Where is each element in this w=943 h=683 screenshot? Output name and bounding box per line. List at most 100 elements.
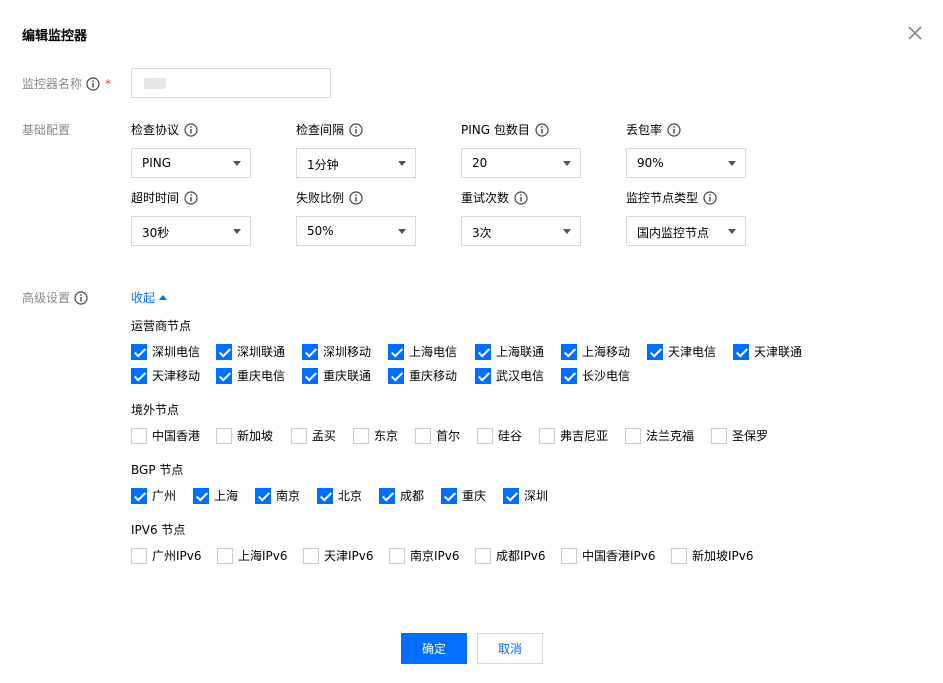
- select-field[interactable]: 国内监控节点: [626, 216, 746, 246]
- checkbox-box[interactable]: [379, 487, 395, 504]
- node-checkbox[interactable]: 北京: [317, 487, 362, 504]
- checkbox-box[interactable]: [561, 547, 577, 564]
- node-checkbox[interactable]: 中国香港: [131, 427, 200, 444]
- info-icon[interactable]: [86, 76, 100, 91]
- node-checkbox[interactable]: 天津移动: [131, 367, 200, 384]
- node-checkbox[interactable]: 法兰克福: [625, 427, 694, 444]
- close-icon[interactable]: [906, 24, 924, 42]
- node-checkbox[interactable]: 上海联通: [475, 343, 544, 360]
- checkbox-box[interactable]: [441, 487, 457, 504]
- node-checkbox[interactable]: 长沙电信: [561, 367, 630, 384]
- node-checkbox[interactable]: 南京: [255, 487, 300, 504]
- checkbox-box[interactable]: [303, 547, 319, 564]
- checkbox-box[interactable]: [475, 367, 491, 384]
- node-checkbox[interactable]: 圣保罗: [711, 427, 768, 444]
- checkbox-box[interactable]: [561, 343, 577, 360]
- info-icon[interactable]: [514, 190, 528, 205]
- node-checkbox[interactable]: 深圳联通: [216, 343, 285, 360]
- checkbox-box[interactable]: [317, 487, 333, 504]
- node-checkbox[interactable]: 硅谷: [477, 427, 522, 444]
- confirm-button[interactable]: 确定: [401, 633, 467, 664]
- node-checkbox[interactable]: 成都: [379, 487, 424, 504]
- node-checkbox[interactable]: 成都IPv6: [475, 547, 546, 564]
- node-checkbox[interactable]: 新加坡: [216, 427, 273, 444]
- info-icon[interactable]: [703, 190, 717, 205]
- checkbox-box[interactable]: [131, 427, 147, 444]
- checkbox-box[interactable]: [193, 487, 209, 504]
- checkbox-box[interactable]: [353, 427, 369, 444]
- select-field[interactable]: PING: [131, 148, 251, 178]
- select-field[interactable]: 20: [461, 148, 581, 178]
- checkbox-box[interactable]: [131, 367, 147, 384]
- checkbox-box[interactable]: [216, 367, 232, 384]
- node-checkbox[interactable]: 弗吉尼亚: [539, 427, 608, 444]
- checkbox-box[interactable]: [415, 427, 431, 444]
- checkbox-box[interactable]: [647, 343, 663, 360]
- checkbox-box[interactable]: [291, 427, 307, 444]
- node-checkbox[interactable]: 孟买: [291, 427, 336, 444]
- node-checkbox[interactable]: 广州: [131, 487, 176, 504]
- node-checkbox[interactable]: 东京: [353, 427, 398, 444]
- node-checkbox[interactable]: 重庆电信: [216, 367, 285, 384]
- node-checkbox[interactable]: 中国香港IPv6: [561, 547, 656, 564]
- node-checkbox[interactable]: 上海移动: [561, 343, 630, 360]
- node-checkbox[interactable]: 新加坡IPv6: [671, 547, 754, 564]
- node-checkbox[interactable]: 上海IPv6: [217, 547, 288, 564]
- collapse-toggle[interactable]: 收起: [131, 289, 168, 306]
- node-checkbox[interactable]: 武汉电信: [475, 367, 544, 384]
- node-checkbox[interactable]: 首尔: [415, 427, 460, 444]
- monitor-name-input[interactable]: [131, 68, 331, 98]
- select-field[interactable]: 50%: [296, 216, 416, 246]
- node-checkbox[interactable]: 天津电信: [647, 343, 716, 360]
- checkbox-box[interactable]: [131, 487, 147, 504]
- checkbox-box[interactable]: [388, 367, 404, 384]
- info-icon[interactable]: [184, 122, 198, 137]
- checkbox-box[interactable]: [131, 547, 147, 564]
- checkbox-box[interactable]: [255, 487, 271, 504]
- checkbox-box[interactable]: [216, 343, 232, 360]
- cancel-button[interactable]: 取消: [477, 633, 543, 664]
- checkbox-box[interactable]: [131, 343, 147, 360]
- info-icon[interactable]: [184, 190, 198, 205]
- node-checkbox[interactable]: 南京IPv6: [389, 547, 460, 564]
- checkbox-box[interactable]: [539, 427, 555, 444]
- node-checkbox[interactable]: 重庆联通: [302, 367, 371, 384]
- select-field[interactable]: 30秒: [131, 216, 251, 246]
- checkbox-box[interactable]: [216, 427, 232, 444]
- checkbox-box[interactable]: [625, 427, 641, 444]
- checkbox-box[interactable]: [302, 367, 318, 384]
- checkbox-box[interactable]: [302, 343, 318, 360]
- checkbox-box[interactable]: [477, 427, 493, 444]
- info-icon[interactable]: [667, 122, 681, 137]
- node-checkbox[interactable]: 上海电信: [388, 343, 457, 360]
- node-checkbox[interactable]: 天津IPv6: [303, 547, 374, 564]
- select-field[interactable]: 90%: [626, 148, 746, 178]
- node-checkbox[interactable]: 深圳移动: [302, 343, 371, 360]
- select-field[interactable]: 1分钟: [296, 148, 416, 178]
- checkbox-box[interactable]: [503, 487, 519, 504]
- checkbox-box[interactable]: [733, 343, 749, 360]
- node-checkbox[interactable]: 重庆: [441, 487, 486, 504]
- checkbox-box[interactable]: [217, 547, 233, 564]
- select-field[interactable]: 3次: [461, 216, 581, 246]
- checkbox-box[interactable]: [561, 367, 577, 384]
- checkbox-box[interactable]: [671, 547, 687, 564]
- node-checkbox[interactable]: 深圳电信: [131, 343, 200, 360]
- node-checkbox[interactable]: 重庆移动: [388, 367, 457, 384]
- node-checkbox[interactable]: 广州IPv6: [131, 547, 202, 564]
- node-checkbox[interactable]: 深圳: [503, 487, 548, 504]
- checkbox-box[interactable]: [475, 547, 491, 564]
- node-checkbox[interactable]: 上海: [193, 487, 238, 504]
- node-checkbox[interactable]: 天津联通: [733, 343, 802, 360]
- chevron-down-icon: [398, 161, 406, 166]
- info-icon[interactable]: [349, 190, 363, 205]
- chevron-down-icon: [728, 161, 736, 166]
- caret-up-icon: [159, 295, 168, 300]
- info-icon[interactable]: [349, 122, 363, 137]
- checkbox-box[interactable]: [711, 427, 727, 444]
- info-icon[interactable]: [74, 290, 88, 305]
- checkbox-box[interactable]: [389, 547, 405, 564]
- checkbox-box[interactable]: [388, 343, 404, 360]
- info-icon[interactable]: [535, 122, 549, 137]
- checkbox-box[interactable]: [475, 343, 491, 360]
